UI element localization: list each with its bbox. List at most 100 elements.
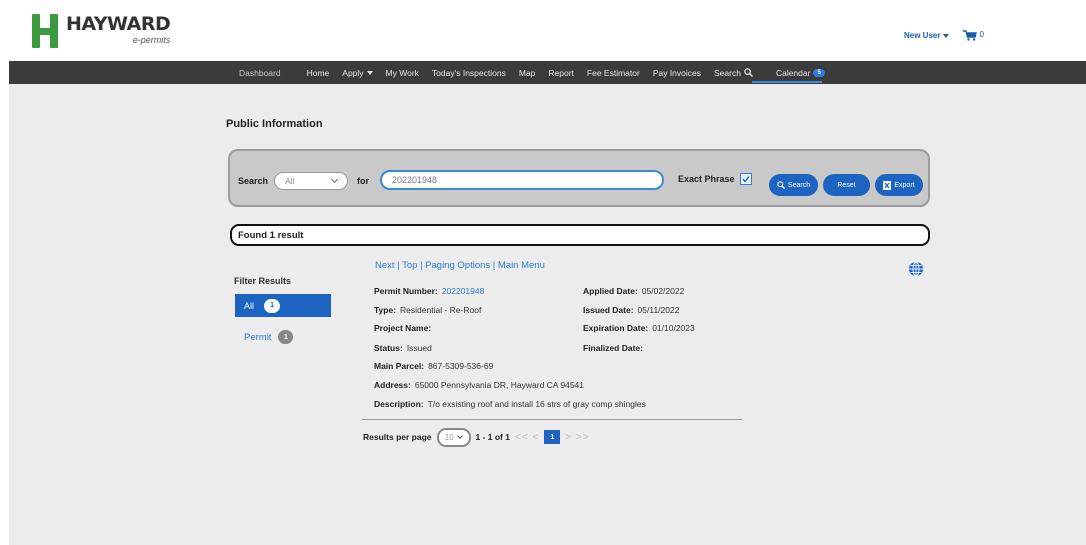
search-panel: Search All for 202201948 Exact Phrase Se… [228,149,930,207]
status-row: Status: Issued [374,343,432,353]
cart-link[interactable]: 0 [963,30,984,41]
header: HAYWARD e-permits New User 0 [0,0,1086,60]
nav-report[interactable]: Report [548,68,574,78]
reset-button[interactable]: Reset [823,174,870,196]
expiration-date-row: Expiration Date: 01/10/2023 [583,323,695,333]
user-area: New User 0 [904,30,984,41]
search-input[interactable]: 202201948 [380,170,664,190]
results-count-bar: Found 1 result [230,224,930,246]
main-parcel-row: Main Parcel: 867-5309-536-69 [374,361,493,371]
search-scope-select[interactable]: All [274,172,348,190]
address-row: Address: 65000 Pennsylvania DR, Hayward C… [374,380,584,390]
search-icon [744,68,753,77]
export-button[interactable]: Export [875,174,923,196]
pager: Results per page 10 1 - 1 of 1 << < 1 > … [363,427,590,447]
expiration-date-label: Expiration Date: [583,323,649,333]
user-menu[interactable]: New User [904,31,950,40]
search-label: Search [238,176,269,186]
filter-all-count: 1 [264,298,281,313]
search-button-label: Search [787,181,811,189]
user-name: New User [904,31,941,40]
paging-links[interactable]: Next | Top | Paging Options | Main Menu [375,260,545,271]
permit-number-link[interactable]: 202201948 [442,286,485,296]
page: HAYWARD e-permits New User 0 Dashboard H… [0,0,1086,545]
status-label: Status: [374,343,403,353]
type-label: Type: [374,305,397,315]
result-divider [362,419,742,420]
chevron-down-icon [457,433,464,439]
main-parcel-label: Main Parcel: [374,361,425,371]
nav-map[interactable]: Map [519,68,536,78]
description-label: Description: [374,399,424,409]
filter-permit-label: Permit [244,331,272,343]
search-scope-value: All [285,176,295,186]
export-button-label: Export [894,181,915,189]
nav-my-work[interactable]: My Work [386,68,419,78]
permit-number-row: Permit Number: 202201948 [374,286,484,296]
applied-date-row: Applied Date: 05/02/2022 [583,286,684,296]
search-button[interactable]: Search [769,174,818,196]
per-page-label: Results per page [363,432,432,442]
search-icon [777,181,785,189]
cart-icon [963,30,978,41]
nav-apply-label: Apply [342,67,364,78]
nav-dashboard[interactable]: Dashboard [239,68,281,78]
applied-date-value: 05/02/2022 [641,286,685,296]
filter-item-permit[interactable]: Permit 1 [244,330,294,344]
nav-search[interactable]: Search [714,68,753,78]
globe-icon[interactable] [908,261,924,282]
nav-fee-estimator[interactable]: Fee Estimator [587,68,640,78]
filter-permit-count: 1 [278,330,294,344]
page-title: Public Information [226,118,323,130]
expiration-date-value: 01/10/2023 [652,323,695,333]
finalized-date-label: Finalized Date: [583,343,643,353]
first-prev-arrows[interactable]: << < [515,432,539,443]
excel-icon [883,180,892,190]
nav-calendar-label: Calendar [775,67,811,78]
finalized-date-row: Finalized Date: [583,343,647,353]
status-value: Issued [406,343,432,353]
exact-phrase-label: Exact Phrase [678,174,735,184]
for-label: for [357,176,369,186]
applied-date-label: Applied Date: [583,286,638,296]
page-number-current[interactable]: 1 [544,430,561,444]
filter-item-all[interactable]: All 1 [235,294,331,317]
next-last-arrows[interactable]: > >> [565,432,589,443]
project-name-row: Project Name: [374,323,435,333]
address-label: Address: [374,380,411,390]
type-value: Residential - Re-Roof [400,305,482,315]
nav-search-label: Search [714,67,741,78]
h-logo-icon [32,14,58,48]
checkmark-icon [741,174,751,184]
issued-date-value: 05/11/2022 [637,305,680,315]
exact-phrase-checkbox[interactable] [740,173,752,185]
address-value: 65000 Pennsylvania DR, Hayward CA 94541 [414,380,585,390]
project-name-label: Project Name: [374,323,432,333]
per-page-select[interactable]: 10 [436,427,471,447]
permit-number-label: Permit Number: [374,286,438,296]
hayward-logo[interactable]: HAYWARD e-permits [32,13,171,48]
calendar-badge: 5 [813,68,825,77]
main-nav: Dashboard Home Apply My Work Today's Ins… [9,61,1086,84]
issued-date-row: Issued Date: 05/11/2022 [583,305,679,315]
per-page-value: 10 [444,432,454,442]
nav-active-underline [752,81,822,83]
nav-todays-inspections[interactable]: Today's Inspections [432,68,506,78]
main-parcel-value: 867-5309-536-69 [428,361,494,371]
nav-apply[interactable]: Apply [342,67,373,78]
type-row: Type: Residential - Re-Roof [374,305,481,315]
nav-home[interactable]: Home [307,68,330,78]
filter-title: Filter Results [234,276,292,286]
result-range: 1 - 1 of 1 [475,432,510,442]
caret-down-icon [366,70,373,75]
nav-calendar[interactable]: Calendar 5 [776,68,825,78]
cart-count: 0 [979,30,984,39]
description-row: Description: T/o exsisting roof and insta… [374,399,646,409]
brand-name: HAYWARD [66,13,171,35]
filter-all-label: All [244,300,255,311]
nav-pay-invoices[interactable]: Pay Invoices [653,68,701,78]
description-value: T/o exsisting roof and install 16 strs o… [427,399,646,409]
reset-button-label: Reset [837,181,856,189]
brand-subtitle: e-permits [132,35,171,45]
caret-down-icon [943,33,950,38]
